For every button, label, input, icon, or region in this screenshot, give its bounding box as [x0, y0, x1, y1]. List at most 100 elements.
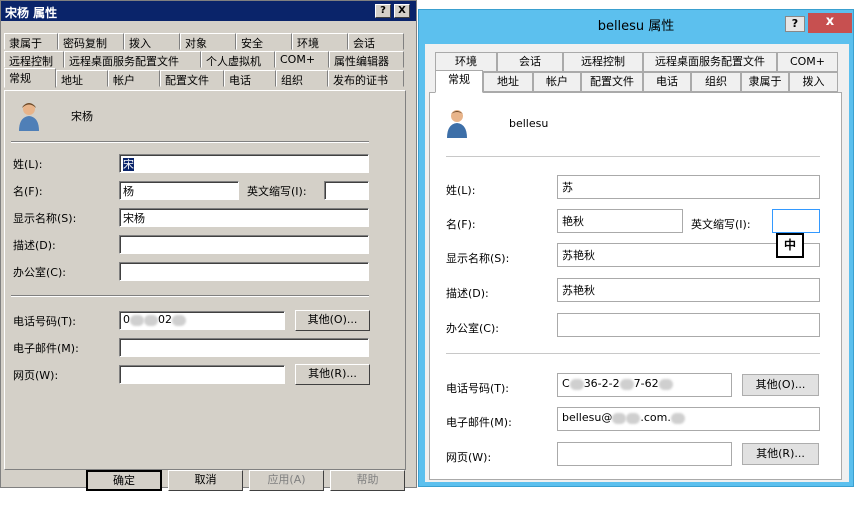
right-tab-remote-control[interactable]: 远程控制 [563, 52, 643, 72]
left-phone-input[interactable]: 0 02 [119, 311, 285, 330]
redaction-blur [619, 378, 634, 390]
left-label-email: 电子邮件(M): [13, 342, 79, 355]
right-tab-account[interactable]: 帐户 [533, 72, 581, 92]
right-label-last-name: 姓(L): [446, 184, 476, 197]
left-tab-account[interactable]: 帐户 [108, 70, 160, 87]
left-tab-telephones[interactable]: 电话 [224, 70, 276, 87]
right-email-part-b: .com. [640, 411, 671, 424]
right-label-office: 办公室(C): [446, 322, 499, 335]
redaction-blur [626, 412, 641, 424]
left-label-office: 办公室(C): [13, 266, 66, 279]
right-label-first-name: 名(F): [446, 218, 476, 231]
left-initials-input[interactable] [324, 181, 369, 200]
left-phone-part-a: 0 [123, 313, 130, 326]
right-email-input[interactable]: bellesu@ .com. [557, 407, 820, 431]
right-tab-address[interactable]: 地址 [483, 72, 533, 92]
left-close-button[interactable]: X [394, 4, 410, 18]
left-apply-button[interactable]: 应用(A) [249, 470, 324, 491]
left-tab-organization[interactable]: 组织 [276, 70, 328, 87]
right-office-input[interactable] [557, 313, 820, 337]
left-ok-button[interactable]: 确定 [86, 470, 162, 491]
left-label-webpage: 网页(W): [13, 369, 59, 382]
left-tab-com[interactable]: COM+ [275, 51, 329, 68]
left-phone-part-b: 02 [158, 313, 172, 326]
left-help-button[interactable]: ? [375, 4, 391, 18]
right-tab-sessions[interactable]: 会话 [497, 52, 563, 72]
right-help-button[interactable]: ? [785, 16, 805, 32]
redaction-blur [172, 314, 186, 326]
right-tab-telephones[interactable]: 电话 [643, 72, 691, 92]
left-webpage-other-button[interactable]: 其他(R)... [295, 364, 370, 385]
left-tab-object[interactable]: 对象 [180, 33, 236, 50]
left-title: 宋杨 属性 [5, 6, 58, 20]
left-title-bar: 宋杨 属性 [1, 1, 416, 21]
left-tab-published-certs[interactable]: 发布的证书 [328, 70, 404, 87]
left-tab-environment[interactable]: 环境 [292, 33, 348, 50]
left-office-input[interactable] [119, 262, 369, 281]
left-email-input[interactable] [119, 338, 369, 357]
left-display-name-heading: 宋杨 [71, 110, 93, 123]
left-tab-sessions[interactable]: 会话 [348, 33, 404, 50]
right-close-button[interactable]: x [808, 13, 852, 33]
right-phone-other-button[interactable]: 其他(O)... [742, 374, 819, 396]
left-tab-attribute-editor[interactable]: 属性编辑器 [329, 51, 404, 68]
right-webpage-other-button[interactable]: 其他(R)... [742, 443, 819, 465]
right-tab-dialin[interactable]: 拨入 [789, 72, 838, 92]
left-phone-other-button[interactable]: 其他(O)... [295, 310, 370, 331]
left-properties-dialog: 宋杨 属性 ? X 隶属于 密码复制 拨入 对象 安全 环境 会话 远程控制 远… [0, 0, 417, 491]
left-tab-remote-control[interactable]: 远程控制 [4, 51, 64, 68]
right-first-name-input[interactable]: 艳秋 [557, 209, 683, 233]
right-general-panel: bellesu 姓(L): 苏 名(F): 艳秋 英文缩写(I): 中 显示名称… [429, 92, 842, 480]
left-tab-memberof[interactable]: 隶属于 [4, 33, 58, 50]
redaction-blur [569, 378, 584, 390]
left-last-name-input[interactable]: 宋 [119, 154, 369, 173]
right-tab-rds-profile[interactable]: 远程桌面服务配置文件 [643, 52, 777, 72]
right-tab-general[interactable]: 常规 [435, 70, 483, 93]
right-properties-dialog: bellesu 属性 ? x 环境 会话 远程控制 远程桌面服务配置文件 COM… [418, 9, 854, 487]
redaction-blur [144, 314, 158, 326]
right-tab-com[interactable]: COM+ [777, 52, 838, 72]
right-phone-part-c: 7-62 [633, 377, 659, 390]
right-label-webpage: 网页(W): [446, 451, 492, 464]
right-phone-part-b: 36-2-2 [583, 377, 620, 390]
redaction-blur [670, 412, 685, 424]
right-phone-input[interactable]: C 36-2-2 7-62 [557, 373, 732, 397]
left-tab-personal-vm[interactable]: 个人虚拟机 [201, 51, 275, 68]
left-separator-2 [11, 295, 369, 297]
right-description-input[interactable]: 苏艳秋 [557, 278, 820, 302]
right-tab-environment[interactable]: 环境 [435, 52, 497, 72]
user-icon [19, 103, 39, 131]
left-tab-rds-profile[interactable]: 远程桌面服务配置文件 [64, 51, 201, 68]
left-tab-security[interactable]: 安全 [236, 33, 292, 50]
right-separator-2 [446, 353, 820, 354]
left-tab-dialin[interactable]: 拨入 [124, 33, 180, 50]
right-webpage-input[interactable] [557, 442, 732, 466]
left-first-name-input[interactable]: 杨 [119, 181, 239, 200]
left-description-input[interactable] [119, 235, 369, 254]
left-display-name-input[interactable]: 宋杨 [119, 208, 369, 227]
user-icon [447, 110, 467, 138]
redaction-blur [130, 314, 144, 326]
left-tab-profile[interactable]: 配置文件 [160, 70, 224, 87]
left-label-phone: 电话号码(T): [13, 315, 77, 328]
left-cancel-button[interactable]: 取消 [168, 470, 243, 491]
right-label-display-name: 显示名称(S): [446, 252, 510, 265]
right-display-name-heading: bellesu [509, 117, 549, 130]
left-help-bottom-button[interactable]: 帮助 [330, 470, 405, 491]
left-last-name-value: 宋 [123, 158, 134, 171]
left-tab-address[interactable]: 地址 [56, 70, 108, 87]
left-label-description: 描述(D): [13, 239, 56, 252]
left-label-initials: 英文缩写(I): [247, 185, 307, 198]
right-last-name-input[interactable]: 苏 [557, 175, 820, 199]
right-initials-input[interactable] [772, 209, 820, 233]
left-label-first-name: 名(F): [13, 185, 43, 198]
left-tab-general[interactable]: 常规 [4, 68, 56, 88]
right-tab-memberof[interactable]: 隶属于 [741, 72, 789, 92]
right-tab-organization[interactable]: 组织 [691, 72, 741, 92]
right-label-description: 描述(D): [446, 287, 489, 300]
left-tab-password-replication[interactable]: 密码复制 [58, 33, 124, 50]
left-webpage-input[interactable] [119, 365, 285, 384]
left-separator-1 [11, 141, 369, 143]
right-tab-profile[interactable]: 配置文件 [581, 72, 643, 92]
ime-indicator[interactable]: 中 [776, 233, 804, 258]
